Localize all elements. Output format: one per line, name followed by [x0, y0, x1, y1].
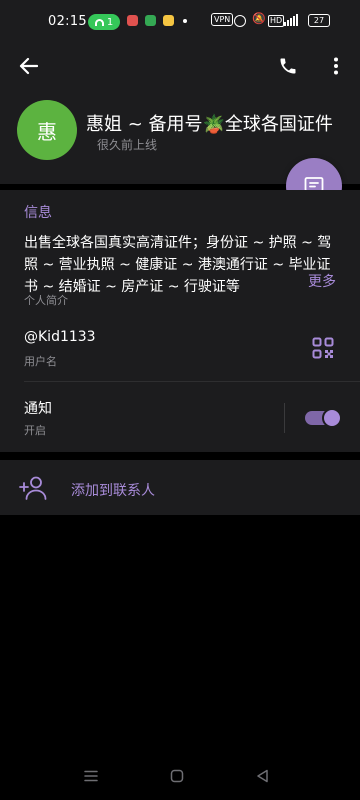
profile-name: 惠姐 ~ 备用号🪴全球各国证件 — [86, 110, 360, 136]
menu-icon — [84, 770, 98, 782]
notifications-title[interactable]: 通知 — [24, 398, 52, 418]
add-user-icon — [19, 476, 47, 500]
status-bar: 02:15 1 VPN 🔕 HD 27 — [0, 0, 360, 46]
more-notifications-icon — [183, 19, 187, 23]
arrow-left-icon — [19, 57, 38, 75]
music-app-icon — [127, 15, 138, 26]
mute-bell-icon: 🔕 — [252, 12, 266, 25]
profile-name-text: 惠姐 ~ 备用号🪴全球各国证件 — [86, 114, 333, 135]
bio-label: 个人简介 — [24, 294, 68, 307]
vpn-icon: VPN — [211, 13, 234, 26]
divider — [24, 381, 360, 382]
username-label: 用户名 — [24, 355, 57, 368]
info-section: 信息 出售全球各国真实高清证件；身份证 ~ 护照 ~ 驾照 ~ 营业执照 ~ 健… — [0, 190, 360, 452]
hd-icon: HD — [268, 15, 285, 27]
phone-icon — [280, 58, 296, 74]
add-to-contacts-row[interactable]: 添加到联系人 — [0, 460, 360, 515]
last-seen-status: 很久前上线 — [97, 138, 158, 152]
back-button[interactable] — [12, 54, 44, 78]
add-to-contacts-label: 添加到联系人 — [71, 483, 155, 499]
wechat-app-icon — [145, 15, 156, 26]
signal-icon — [284, 12, 298, 26]
nav-back-button[interactable] — [255, 768, 271, 784]
bio-text[interactable]: 出售全球各国真实高清证件；身份证 ~ 护照 ~ 驾照 ~ 营业执照 ~ 健康证 … — [24, 232, 334, 298]
back-triangle-icon — [257, 769, 268, 783]
active-call-pill[interactable]: 1 — [88, 14, 120, 30]
alarm-icon — [234, 15, 246, 27]
username-value[interactable]: @Kid1133 — [24, 329, 96, 345]
home-button[interactable] — [169, 768, 185, 784]
recent-apps-button[interactable] — [83, 768, 99, 784]
avatar-letter: 惠 — [37, 119, 57, 144]
battery-icon: 27 — [308, 14, 330, 27]
call-button[interactable] — [274, 54, 302, 78]
home-icon — [170, 769, 184, 783]
vertical-divider — [284, 403, 285, 433]
notes-app-icon — [163, 15, 174, 26]
notifications-toggle[interactable] — [305, 408, 342, 428]
more-options-button[interactable] — [322, 54, 350, 78]
avatar[interactable]: 惠 — [17, 100, 77, 160]
status-time: 02:15 — [48, 14, 87, 29]
system-nav-bar — [0, 752, 360, 800]
qr-code-button[interactable] — [312, 337, 336, 361]
wifi-icon — [94, 18, 104, 26]
bio-more-link[interactable]: 更多 — [290, 271, 336, 293]
notifications-state: 开启 — [24, 424, 46, 437]
call-count: 1 — [106, 16, 114, 28]
more-vertical-icon — [334, 57, 338, 75]
qr-code-icon — [312, 337, 334, 359]
toggle-knob — [322, 408, 342, 428]
section-title-info: 信息 — [24, 205, 52, 221]
